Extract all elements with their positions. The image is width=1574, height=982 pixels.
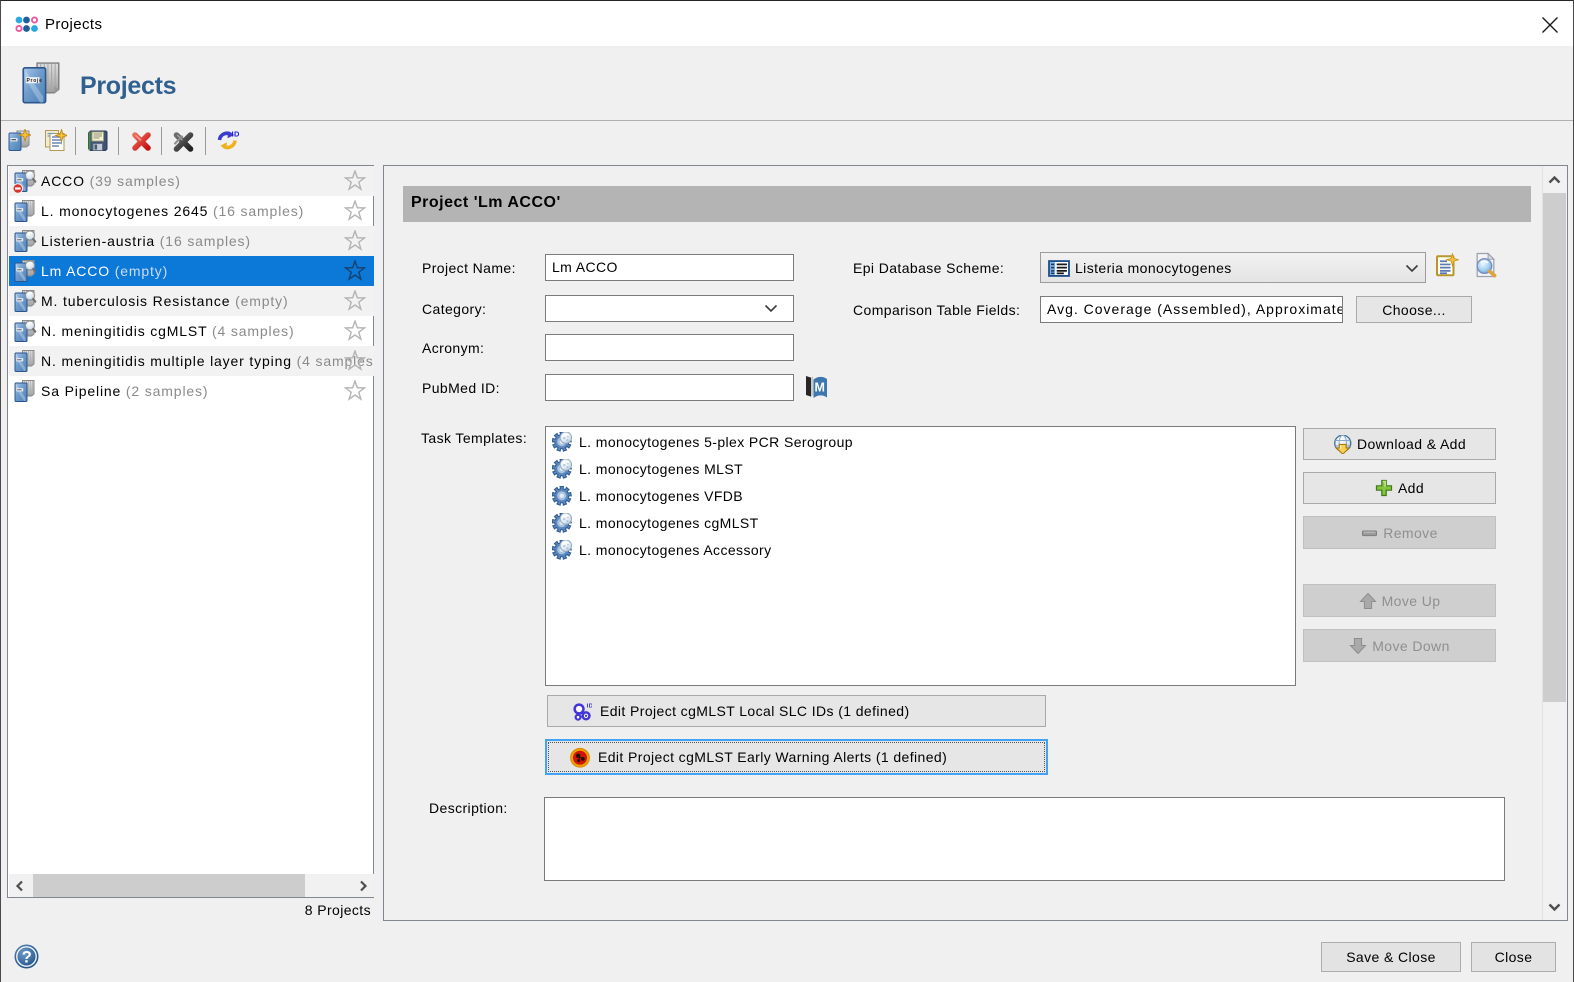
svg-text:Proje: Proje xyxy=(26,78,42,84)
